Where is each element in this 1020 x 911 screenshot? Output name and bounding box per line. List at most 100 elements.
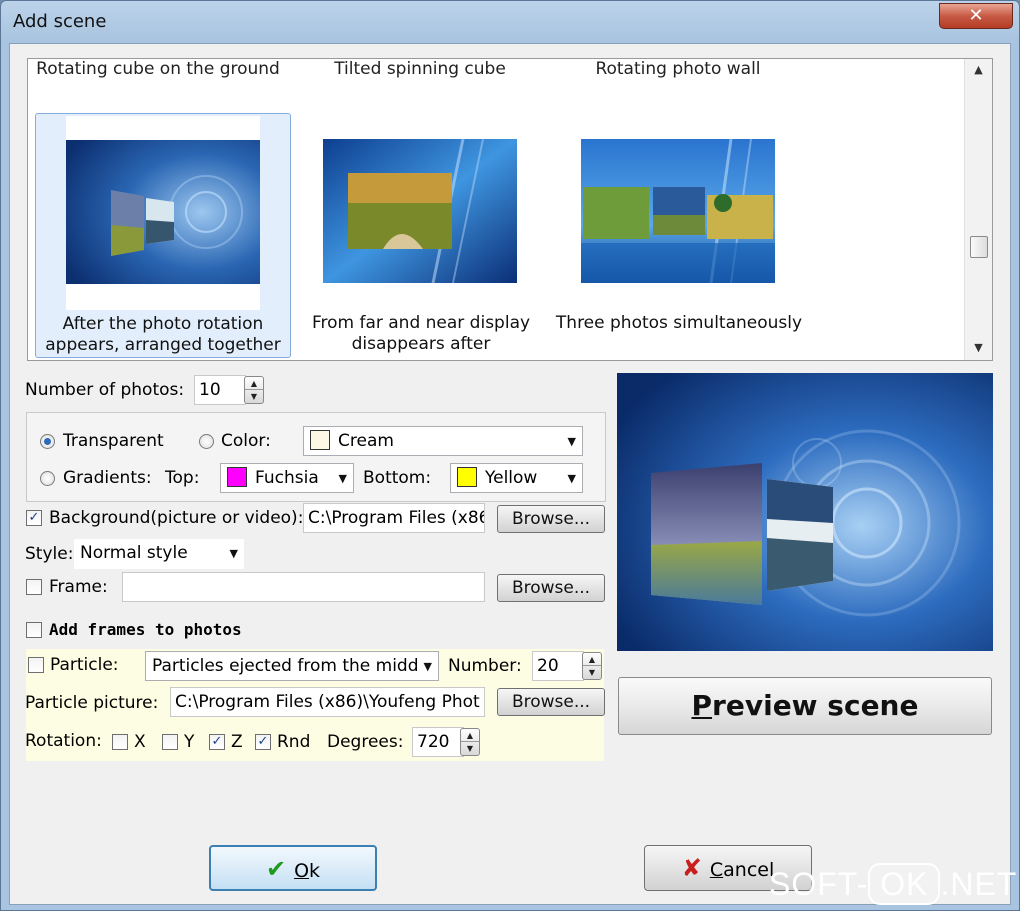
background-checkbox[interactable]: ✓ (26, 510, 42, 526)
color-select[interactable]: Cream ▼ (303, 426, 583, 456)
caption-line: disappears after (351, 334, 491, 354)
frame-path-input[interactable] (122, 572, 485, 602)
caption-line: From far and near display (311, 313, 531, 333)
chevron-down-icon: ▼ (567, 435, 576, 448)
frame-label[interactable]: Frame: (49, 576, 108, 598)
scene-thumbnail (66, 140, 260, 284)
add-frames-checkbox[interactable] (26, 622, 42, 638)
rotation-x-label[interactable]: X (134, 731, 146, 753)
color-value: Cream (338, 431, 394, 451)
color-radio[interactable] (199, 434, 214, 449)
spin-down-icon[interactable]: ▼ (583, 666, 601, 679)
transparent-label[interactable]: Transparent (63, 430, 164, 452)
ok-label: k (309, 860, 321, 882)
scene-caption-top[interactable]: Rotating cube on the ground (28, 59, 288, 79)
rotation-z-checkbox[interactable]: ✓ (209, 734, 225, 750)
watermark: SOFT- OK .NET (769, 863, 1017, 905)
rotation-z-label[interactable]: Z (231, 731, 243, 753)
scroll-down-icon[interactable]: ▼ (965, 337, 992, 359)
number-label: Number: (448, 656, 522, 676)
number-of-photos-spinner[interactable]: ▲ ▼ (244, 376, 264, 404)
color-label[interactable]: Color: (221, 430, 271, 452)
top-color-value: Fuchsia (255, 468, 319, 488)
fill-options-group: Transparent Color: Cream ▼ Gradients: To… (26, 412, 606, 502)
particle-type-select[interactable]: Particles ejected from the midd ▼ (145, 651, 439, 681)
cancel-label: ancel (723, 859, 775, 881)
ok-button[interactable]: ✔ Ok (209, 845, 377, 891)
scene-caption-top[interactable]: Rotating photo wall (548, 59, 808, 79)
particle-number-input[interactable]: 20 (532, 651, 584, 681)
degrees-spinner[interactable]: ▲ ▼ (460, 728, 480, 756)
add-scene-window: Add scene ✕ Rotating cube on the ground … (0, 0, 1020, 911)
bottom-color-value: Yellow (485, 468, 538, 488)
title-bar[interactable]: Add scene ✕ (1, 1, 1019, 43)
style-select[interactable]: Normal style ▼ (74, 539, 244, 569)
particle-browse-button[interactable]: Browse... (497, 688, 605, 716)
frame-browse-button[interactable]: Browse... (497, 574, 605, 602)
spin-down-icon[interactable]: ▼ (461, 742, 479, 755)
spin-down-icon[interactable]: ▼ (245, 390, 263, 403)
background-browse-button[interactable]: Browse... (497, 505, 605, 533)
particle-checkbox[interactable] (28, 657, 44, 673)
degrees-input[interactable]: 720 (412, 727, 464, 757)
rotation-y-checkbox[interactable] (162, 734, 178, 750)
chevron-down-icon: ▼ (229, 547, 238, 560)
background-label[interactable]: Background(picture or video): (49, 507, 303, 529)
rotation-rnd-checkbox[interactable]: ✓ (255, 734, 271, 750)
yellow-swatch (457, 467, 477, 487)
chevron-down-icon: ▼ (423, 660, 432, 673)
scroll-up-icon[interactable]: ▲ (965, 59, 992, 81)
degrees-label: Degrees: (327, 732, 404, 752)
preview-image (617, 373, 993, 651)
transparent-radio[interactable] (40, 434, 55, 449)
gradients-label[interactable]: Gradients: (63, 467, 152, 489)
scrollbar-thumb[interactable] (970, 236, 988, 258)
scene-caption: Three photos simultaneously (551, 313, 807, 334)
preview-scene-button[interactable]: Preview scene (618, 677, 992, 735)
checkmark-icon: ✔ (265, 855, 287, 883)
chevron-down-icon: ▼ (567, 472, 576, 485)
number-of-photos-input[interactable]: 10 (194, 375, 246, 405)
spin-up-icon[interactable]: ▲ (245, 377, 263, 390)
particle-label[interactable]: Particle: (50, 654, 119, 676)
ok-accesskey: O (294, 860, 310, 882)
bottom-color-select[interactable]: Yellow ▼ (450, 463, 583, 493)
window-title: Add scene (13, 11, 107, 32)
particle-number-spinner[interactable]: ▲ ▼ (582, 652, 602, 680)
style-label: Style: (25, 544, 74, 564)
particle-picture-input[interactable]: C:\Program Files (x86)\Youfeng Phot (170, 687, 485, 717)
gallery-scrollbar[interactable]: ▲ ▼ (964, 59, 992, 360)
scene-tile-photo-rotation[interactable]: After the photo rotation appears, arrang… (35, 113, 291, 358)
caption-line: After the photo rotation (62, 314, 264, 334)
thumbnail-image (323, 139, 517, 283)
particle-picture-label: Particle picture: (25, 693, 159, 713)
rotation-y-label[interactable]: Y (184, 731, 194, 753)
number-of-photos-label: Number of photos: (25, 380, 185, 400)
scene-tile-far-near[interactable]: From far and near display disappears aft… (293, 113, 549, 358)
fuchsia-swatch (227, 467, 247, 487)
watermark-ok: OK (868, 863, 941, 905)
rotation-x-checkbox[interactable] (112, 734, 128, 750)
rotation-label: Rotation: (25, 731, 102, 751)
scene-preview (617, 373, 993, 651)
spin-up-icon[interactable]: ▲ (583, 653, 601, 666)
frame-checkbox[interactable] (26, 579, 42, 595)
thumbnail-image (66, 140, 260, 284)
bottom-label: Bottom: (363, 468, 432, 488)
scene-gallery[interactable]: Rotating cube on the ground Tilted spinn… (27, 58, 993, 361)
background-path-input[interactable]: C:\Program Files (x86 (303, 503, 485, 533)
close-button[interactable]: ✕ (939, 3, 1013, 29)
thumbnail-image (581, 139, 775, 283)
top-label: Top: (165, 468, 200, 488)
rotation-rnd-label[interactable]: Rnd (277, 731, 310, 753)
gradients-radio[interactable] (40, 471, 55, 486)
cancel-accesskey: C (709, 859, 724, 881)
chevron-down-icon: ▼ (338, 472, 347, 485)
add-frames-label[interactable]: Add frames to photos (49, 619, 242, 641)
caption-line: Three photos simultaneously (555, 313, 803, 333)
top-color-select[interactable]: Fuchsia ▼ (220, 463, 354, 493)
caption-line: appears, arranged together (45, 335, 281, 355)
scene-tile-three-photos[interactable]: Three photos simultaneously (551, 113, 807, 358)
spin-up-icon[interactable]: ▲ (461, 729, 479, 742)
scene-caption-top[interactable]: Tilted spinning cube (290, 59, 550, 79)
